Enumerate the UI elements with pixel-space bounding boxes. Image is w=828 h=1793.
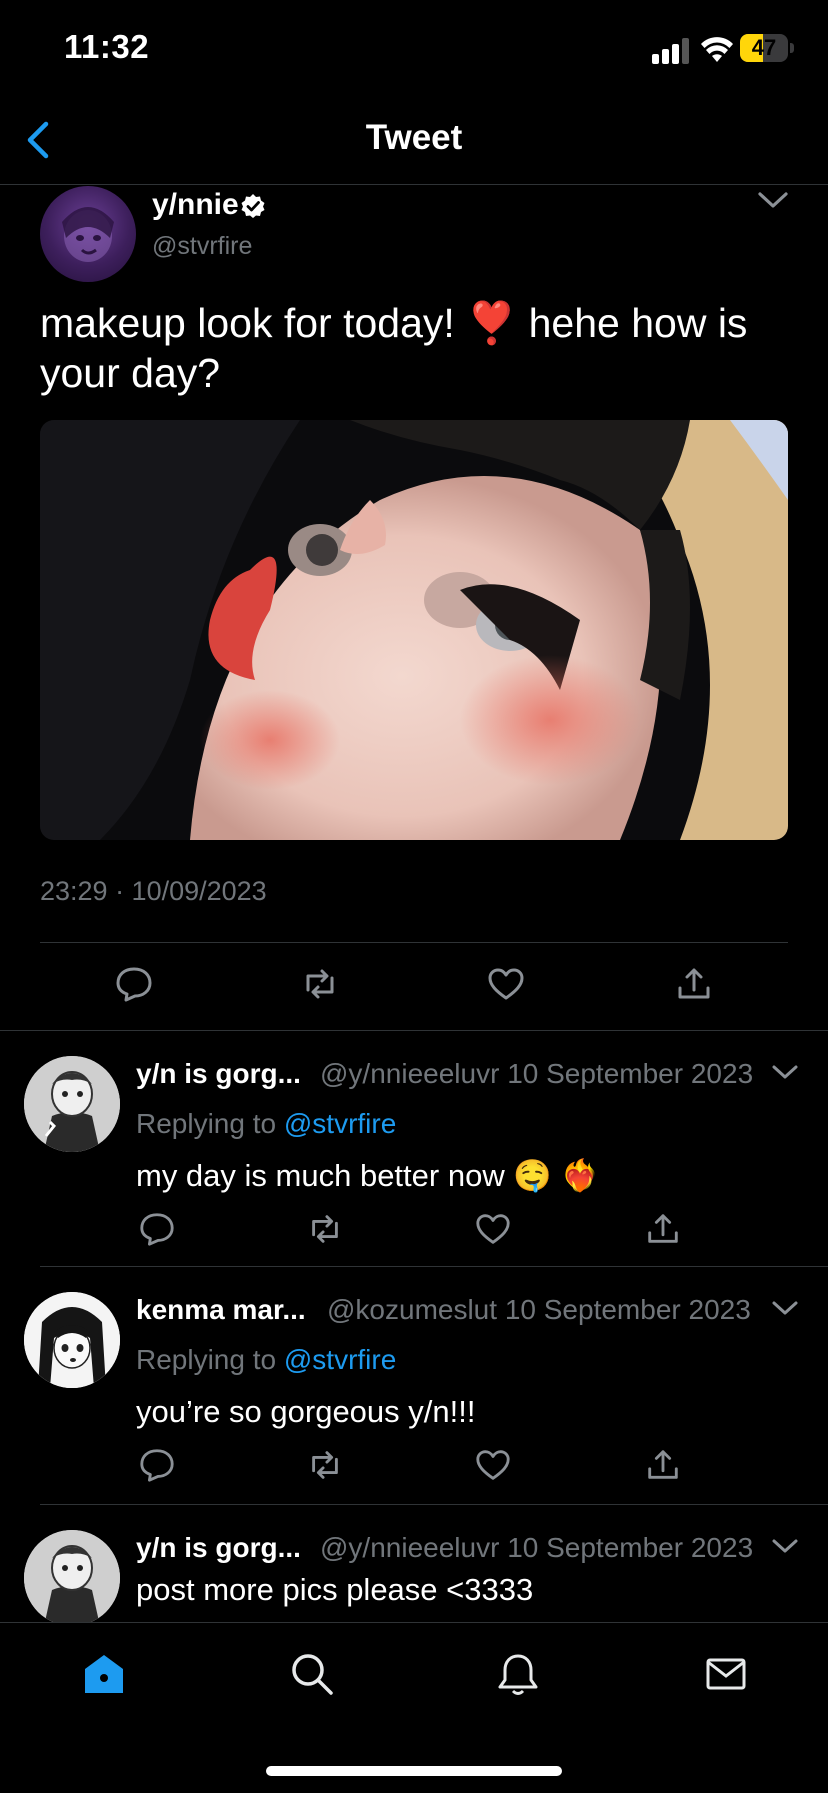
reply-meta: @y/nnieeeluvr 10 September 2023 bbox=[320, 1058, 753, 1090]
cellular-signal-icon bbox=[652, 38, 689, 64]
tweet-author-name[interactable]: y/nnie bbox=[152, 188, 239, 222]
divider bbox=[40, 942, 788, 943]
reply-icon bbox=[140, 1213, 174, 1246]
status-time: 11:32 bbox=[64, 28, 150, 65]
avatar[interactable] bbox=[24, 1056, 120, 1152]
replying-to-link[interactable]: @stvrfire bbox=[284, 1344, 396, 1375]
divider bbox=[0, 1030, 828, 1031]
retweet-icon bbox=[312, 1215, 338, 1243]
page-title: Tweet bbox=[365, 118, 463, 157]
tweet-timestamp: 23:29 · 10/09/2023 bbox=[40, 876, 267, 906]
notifications-icon bbox=[498, 1654, 538, 1695]
header-divider bbox=[0, 184, 828, 185]
tweet-image[interactable] bbox=[40, 420, 788, 840]
home-indicator[interactable] bbox=[266, 1766, 562, 1776]
retweet-button[interactable] bbox=[306, 1446, 344, 1484]
reply-author-handle[interactable]: @y/nnieeeluvr bbox=[320, 1532, 499, 1563]
reply-icon bbox=[140, 1449, 174, 1482]
messages-icon bbox=[706, 1658, 746, 1690]
like-icon bbox=[488, 968, 524, 1000]
chevron-down-icon[interactable] bbox=[770, 1534, 800, 1558]
like-button[interactable] bbox=[486, 964, 526, 1004]
like-button[interactable] bbox=[474, 1210, 512, 1248]
like-icon bbox=[476, 1450, 510, 1480]
avatar[interactable] bbox=[24, 1292, 120, 1388]
retweet-icon bbox=[312, 1451, 338, 1479]
retweet-icon bbox=[306, 969, 334, 999]
tab-messages[interactable] bbox=[702, 1650, 750, 1698]
reply-date: 10 September 2023 bbox=[507, 1532, 754, 1563]
replying-to-link[interactable]: @stvrfire bbox=[284, 1108, 396, 1139]
like-icon bbox=[476, 1214, 510, 1244]
wifi-icon bbox=[701, 37, 733, 62]
reply-author-handle[interactable]: @y/nnieeeluvr bbox=[320, 1058, 499, 1089]
reply-author-name[interactable]: kenma mar... bbox=[136, 1294, 306, 1326]
reply-author-handle[interactable]: @kozumeslut bbox=[327, 1294, 497, 1325]
reply-date: 10 September 2023 bbox=[507, 1058, 754, 1089]
replying-to: Replying to @stvrfire bbox=[136, 1344, 397, 1375]
tab-search[interactable] bbox=[288, 1650, 336, 1698]
share-icon bbox=[648, 1214, 678, 1243]
chevron-down-icon[interactable] bbox=[756, 186, 790, 214]
reply-meta: @y/nnieeeluvr 10 September 2023 bbox=[320, 1532, 753, 1564]
battery-percent: 47 bbox=[751, 35, 777, 60]
retweet-button[interactable] bbox=[300, 964, 340, 1004]
divider bbox=[40, 1266, 828, 1267]
reply-date: 10 September 2023 bbox=[504, 1294, 751, 1325]
reply-button[interactable] bbox=[138, 1210, 176, 1248]
retweet-button[interactable] bbox=[306, 1210, 344, 1248]
reply-button[interactable] bbox=[138, 1446, 176, 1484]
search-icon bbox=[292, 1654, 333, 1695]
chevron-down-icon[interactable] bbox=[770, 1060, 800, 1084]
reply-meta: @kozumeslut 10 September 2023 bbox=[327, 1294, 751, 1326]
share-icon bbox=[648, 1450, 678, 1479]
divider bbox=[40, 1504, 828, 1505]
tweet-author-handle[interactable]: @stvrfire bbox=[152, 232, 252, 261]
reply-button[interactable] bbox=[114, 964, 154, 1004]
chevron-down-icon[interactable] bbox=[770, 1296, 800, 1320]
tweet-text: makeup look for today! ❣️ hehe how is yo… bbox=[40, 300, 748, 396]
verified-badge-icon bbox=[241, 194, 265, 218]
avatar[interactable] bbox=[24, 1530, 120, 1626]
share-button[interactable] bbox=[644, 1446, 682, 1484]
share-icon bbox=[678, 968, 710, 999]
tab-home[interactable] bbox=[80, 1650, 128, 1698]
reply-text: you’re so gorgeous y/n!!! bbox=[136, 1394, 476, 1429]
like-button[interactable] bbox=[474, 1446, 512, 1484]
replying-to: Replying to @stvrfire bbox=[136, 1108, 397, 1139]
tab-notifications[interactable] bbox=[494, 1650, 542, 1698]
home-icon bbox=[85, 1655, 123, 1693]
reply-author-name[interactable]: y/n is gorg... bbox=[136, 1058, 301, 1090]
share-button[interactable] bbox=[644, 1210, 682, 1248]
reply-author-name[interactable]: y/n is gorg... bbox=[136, 1532, 301, 1564]
reply-text: post more pics please <3333 bbox=[136, 1572, 534, 1607]
reply-text: my day is much better now 🤤 ❤️‍🔥 bbox=[136, 1158, 600, 1193]
avatar[interactable] bbox=[40, 186, 136, 282]
reply-icon bbox=[116, 967, 152, 1002]
share-button[interactable] bbox=[674, 964, 714, 1004]
battery-indicator: 47 bbox=[740, 34, 796, 64]
